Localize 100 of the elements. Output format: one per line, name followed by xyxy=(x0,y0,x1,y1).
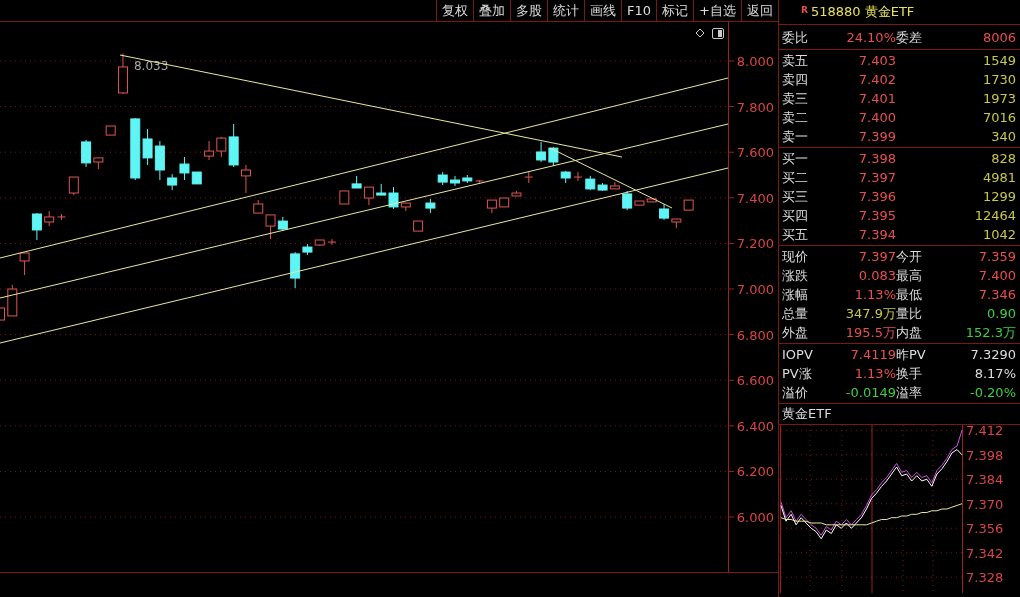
order-volume: 12464 xyxy=(973,207,1016,225)
quote-value: 8.17% xyxy=(973,365,1016,383)
candle xyxy=(437,171,448,186)
order-label: 卖四 xyxy=(782,71,809,89)
toolbar-button[interactable]: 统计 xyxy=(547,0,585,21)
candle xyxy=(683,199,694,211)
order-label: 卖二 xyxy=(782,109,809,127)
toolbar-button[interactable]: 画线 xyxy=(584,0,622,21)
axis-label: 7.342 xyxy=(966,545,1004,561)
quote-value: 1.13% xyxy=(853,365,896,383)
order-volume: 4981 xyxy=(981,169,1016,187)
candle xyxy=(450,175,460,187)
order-label: 买二 xyxy=(782,169,809,187)
candle xyxy=(573,171,583,182)
quote-value: 7.400 xyxy=(977,267,1016,285)
order-price: 7.398 xyxy=(857,150,896,168)
quote-label: 现价 xyxy=(782,248,809,266)
axis-label: 7.000 xyxy=(736,282,774,297)
candle xyxy=(7,284,18,317)
toolbar-button[interactable]: 标记 xyxy=(656,0,694,21)
candle xyxy=(117,52,128,95)
axis-label: 7.800 xyxy=(736,99,774,115)
candle xyxy=(204,140,215,161)
order-price: 7.400 xyxy=(857,109,896,127)
order-label: 卖五 xyxy=(782,52,809,70)
axis-label: 6.200 xyxy=(736,464,774,480)
order-price: 7.394 xyxy=(857,226,896,244)
order-volume: 1549 xyxy=(981,52,1016,70)
axis-label: 7.370 xyxy=(966,496,1004,512)
quote-label: 量比 xyxy=(896,305,923,323)
quote-label: 今开 xyxy=(896,248,923,266)
marker-label: R xyxy=(801,5,808,15)
quote-label: 委差 xyxy=(896,29,923,47)
toolbar-button[interactable]: 叠加 xyxy=(473,0,511,21)
quote-value: 347.9万 xyxy=(844,305,896,323)
stock-title: 518880 黄金ETF xyxy=(810,3,915,21)
panel-toggle-icon[interactable] xyxy=(712,28,724,39)
chart-title: 黄金ETF xyxy=(779,404,1020,425)
candle xyxy=(0,307,5,321)
order-volume: 1973 xyxy=(981,90,1016,108)
diamond-icon[interactable] xyxy=(695,28,705,38)
axis-label: 7.398 xyxy=(966,447,1004,463)
quote-label: IOPV xyxy=(782,346,814,364)
order-label: 买四 xyxy=(782,207,809,225)
candle xyxy=(57,213,66,221)
order-price: 7.395 xyxy=(857,207,896,225)
quote-value: 0.083 xyxy=(857,267,896,285)
quote-value: 0.90 xyxy=(986,305,1016,323)
quote-label: 涨跌 xyxy=(782,267,809,285)
toolbar-button[interactable]: +自选 xyxy=(693,0,741,21)
quote-label: 外盘 xyxy=(782,324,809,342)
toolbar-button[interactable]: F10 xyxy=(621,0,657,21)
candle xyxy=(31,212,42,241)
axis-label: 8.000 xyxy=(736,54,774,69)
quote-label: 最高 xyxy=(896,267,923,285)
quote-label: 涨幅 xyxy=(782,286,809,304)
toolbar-button[interactable]: 返回 xyxy=(741,0,778,21)
quote-label: 最低 xyxy=(896,286,923,304)
quote-value: -0.0149 xyxy=(844,384,896,402)
candle xyxy=(560,170,571,184)
order-label: 买五 xyxy=(782,226,809,244)
axis-label: 6.400 xyxy=(736,418,774,434)
candle xyxy=(609,181,620,190)
quote-label: 委比 xyxy=(782,29,809,47)
price-label: 8.033 xyxy=(133,59,169,74)
order-volume: 7016 xyxy=(981,109,1016,127)
candle xyxy=(167,173,178,191)
order-price: 7.402 xyxy=(857,71,896,89)
candle xyxy=(339,190,350,205)
candle xyxy=(413,220,424,232)
quote-label: 换手 xyxy=(896,365,923,383)
candle xyxy=(68,176,79,196)
order-volume: 828 xyxy=(990,150,1016,168)
axis-label: 6.800 xyxy=(736,327,774,343)
quote-value: 7.4119 xyxy=(849,346,896,364)
quote-value: 8006 xyxy=(981,29,1016,47)
toolbar-button[interactable]: 多股 xyxy=(510,0,548,21)
axis-label: 7.400 xyxy=(736,190,774,206)
axis-label: 7.384 xyxy=(966,472,1004,488)
order-label: 买一 xyxy=(782,150,809,168)
quote-label: PV涨 xyxy=(782,365,813,383)
candle xyxy=(327,238,337,246)
quote-value: 24.10% xyxy=(845,29,896,47)
quote-label: 溢价 xyxy=(782,384,809,402)
quote-label: 溢率 xyxy=(896,384,923,402)
candle xyxy=(486,199,497,214)
toolbar-button[interactable]: 复权 xyxy=(436,0,474,21)
candle xyxy=(44,210,55,227)
axis-label: 7.328 xyxy=(966,570,1004,586)
candle xyxy=(154,140,165,181)
quote-value: 7.359 xyxy=(977,248,1016,266)
quote-value: 7.3290 xyxy=(969,346,1016,364)
order-label: 卖三 xyxy=(782,90,809,108)
axis-label: 7.412 xyxy=(966,425,1004,439)
candle xyxy=(425,198,436,214)
quote-label: 总量 xyxy=(782,305,809,323)
candle xyxy=(19,252,30,276)
quote-value: 1.13% xyxy=(853,286,896,304)
order-price: 7.396 xyxy=(857,188,896,206)
axis-label: 7.600 xyxy=(736,145,774,161)
